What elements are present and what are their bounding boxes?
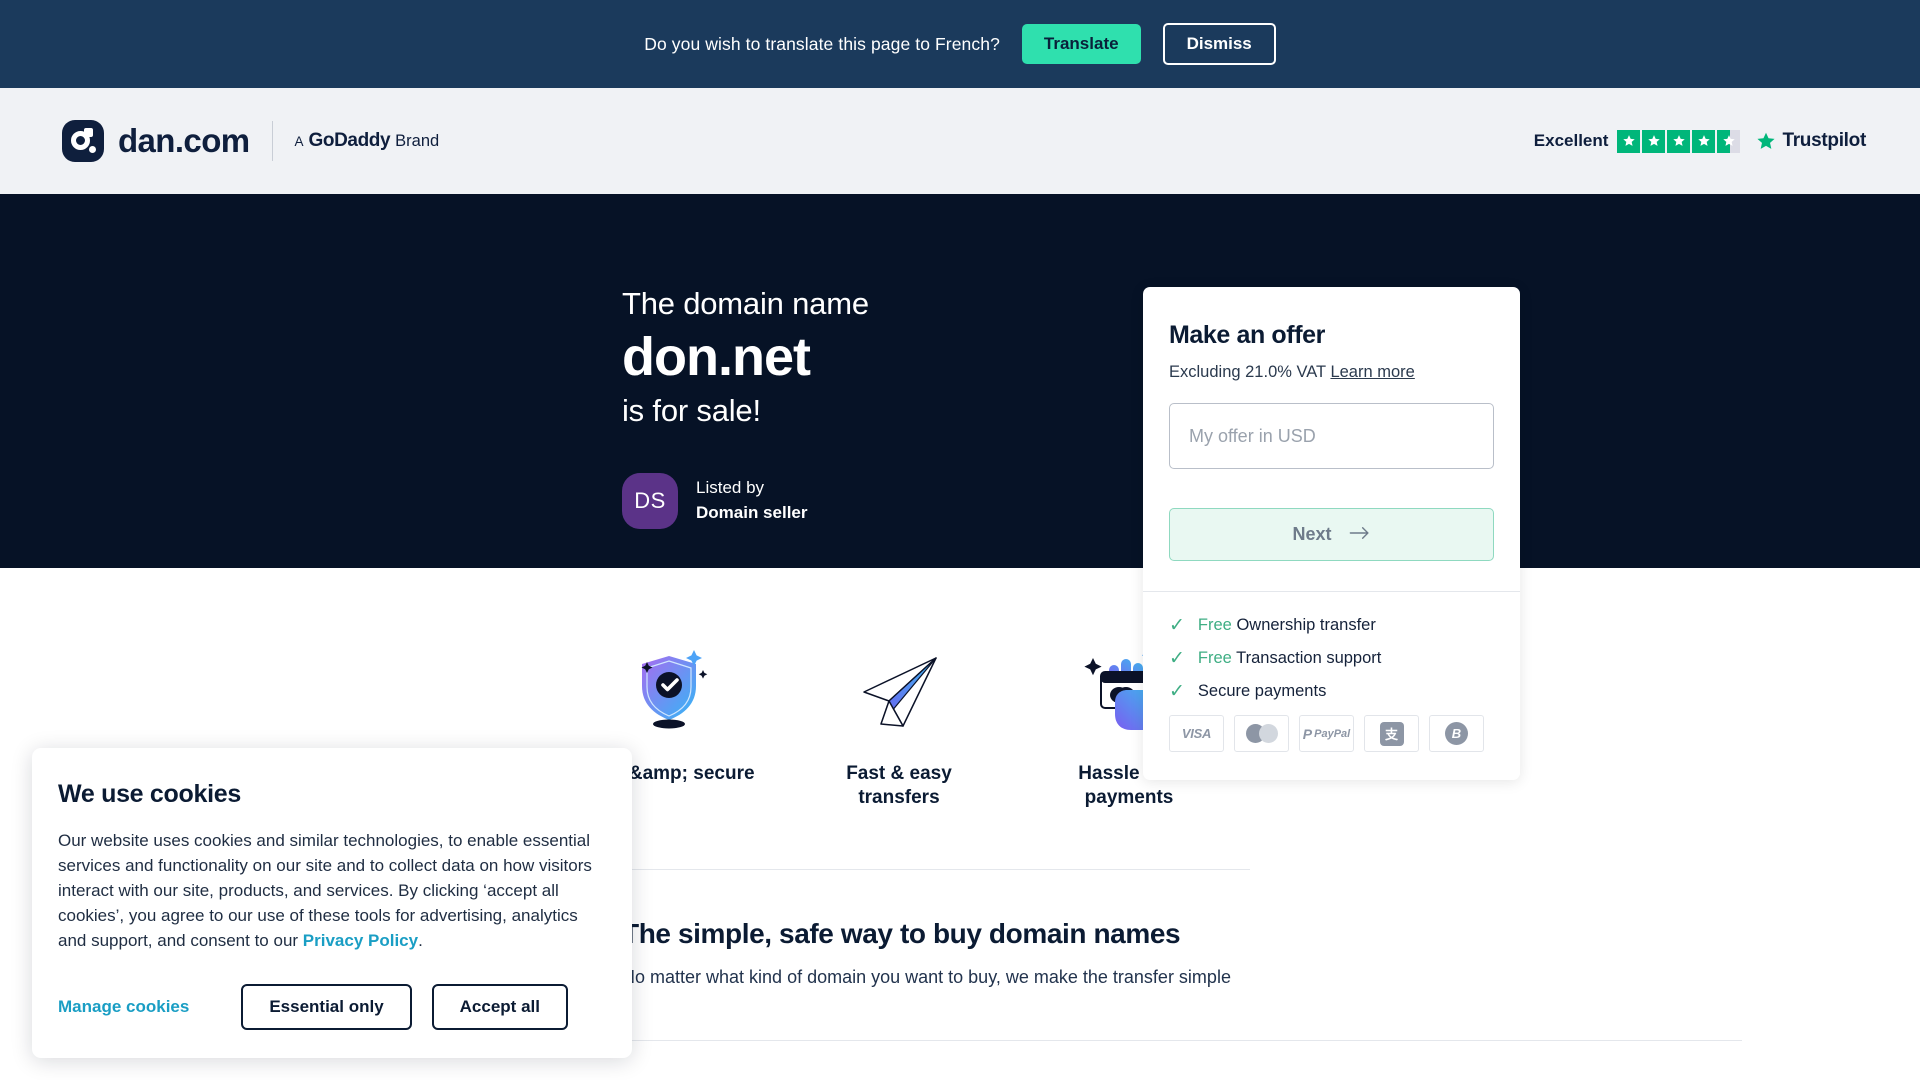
trustpilot-rating[interactable]: Excellent Trustpilot [1533,129,1866,153]
star-icon [1617,129,1641,153]
benefit-free-tag: Free [1197,649,1232,667]
seller-name: Domain seller [696,503,808,522]
trustpilot-rating-label: Excellent [1533,131,1609,150]
dan-logo-icon [62,120,104,162]
brand-area[interactable]: dan.com A GoDaddy Brand [62,120,439,162]
learn-more-link[interactable]: Learn more [1330,363,1414,381]
star-half-icon [1717,129,1741,153]
offer-card-title: Make an offer [1169,321,1325,349]
hero-line-3: is for sale! [622,393,761,428]
godaddy-brand-word: Brand [395,132,440,150]
check-icon: ✓ [1169,615,1185,636]
hero-line-1: The domain name [622,286,869,321]
star-icon [1692,129,1716,153]
buy-section-heading: The simple, safe way to buy domain names [622,917,1181,949]
manage-cookies-link[interactable]: Manage cookies [58,997,189,1017]
cookie-banner-title: We use cookies [58,780,241,808]
alipay-icon: 支 [1364,715,1419,752]
dan-logo-text: dan.com [118,122,250,159]
section-divider [622,868,1250,870]
benefit-item: ✓ Free Transaction support [1169,649,1494,668]
section-divider-2 [622,1039,1742,1041]
translate-question: Do you wish to translate this page to Fr… [644,33,1000,54]
next-button-label: Next [1292,524,1332,544]
benefit-text: Transaction support [1236,649,1382,667]
listed-by-label: Listed by [696,478,765,498]
accept-all-button[interactable]: Accept all [431,983,568,1030]
benefit-free-tag: Free [1197,616,1232,634]
trustpilot-name: Trustpilot [1782,130,1866,151]
feature-label: Fast & easy transfers [846,763,952,809]
godaddy-name: GoDaddy [308,130,391,151]
dan-logo[interactable]: dan.com [62,120,250,162]
trustpilot-star-icon [1757,132,1776,149]
cookie-banner-body: Our website uses cookies and similar tec… [58,829,606,954]
offer-vat-note: Excluding 21.0% VAT Learn more [1169,363,1494,382]
trustpilot-stars [1617,129,1741,153]
visa-icon: VISA [1169,715,1224,752]
mastercard-icon [1234,715,1289,752]
cookie-body-text-end: . [418,930,423,950]
cookie-banner: We use cookies Our website uses cookies … [32,748,632,1058]
hero-domain-name: don.net [622,327,811,387]
translate-button[interactable]: Translate [1021,24,1141,64]
godaddy-a: A [294,134,304,149]
translate-banner: Do you wish to translate this page to Fr… [0,0,1920,88]
benefit-text: Secure payments [1197,682,1327,700]
seller-info: DS Listed by Domain seller [622,473,869,529]
privacy-policy-link[interactable]: Privacy Policy [303,931,418,950]
star-icon [1642,129,1666,153]
star-icon [1667,129,1691,153]
buy-section-subheading: No matter what kind of domain you want t… [622,966,1231,987]
dismiss-button[interactable]: Dismiss [1162,23,1276,65]
cookie-banner-actions: Manage cookies Essential only Accept all [58,983,606,1030]
bitcoin-icon: B [1429,715,1484,752]
trustpilot-logo: Trustpilot [1755,130,1866,152]
benefit-item: ✓ Free Ownership transfer [1169,616,1494,635]
check-icon: ✓ [1169,681,1185,702]
paper-plane-icon [784,634,1014,734]
shield-check-icon [554,634,784,734]
brand-divider [271,121,273,161]
next-button[interactable]: Next [1169,508,1494,561]
essential-only-button[interactable]: Essential only [241,983,412,1030]
godaddy-brand: A GoDaddy Brand [295,130,440,152]
arrow-right-icon [1349,524,1371,545]
check-icon: ✓ [1169,648,1185,669]
offer-input[interactable] [1169,403,1494,469]
hero-copy: The domain name don.net is for sale! DS … [622,286,869,529]
payment-methods: VISA P PayPal 支 B [1169,715,1494,752]
feature-item: Fast & easy transfers [784,634,1014,811]
benefit-item: ✓ Secure payments [1169,682,1494,701]
make-an-offer-card: Make an offer Excluding 21.0% VAT Learn … [1143,287,1520,780]
site-header: dan.com A GoDaddy Brand Excellent Trustp… [0,88,1920,194]
vat-text: Excluding 21.0% VAT [1169,363,1326,381]
hero-section: The domain name don.net is for sale! DS … [0,194,1920,568]
paypal-icon: P PayPal [1299,715,1354,752]
benefit-text: Ownership transfer [1236,616,1376,634]
avatar: DS [622,473,678,529]
